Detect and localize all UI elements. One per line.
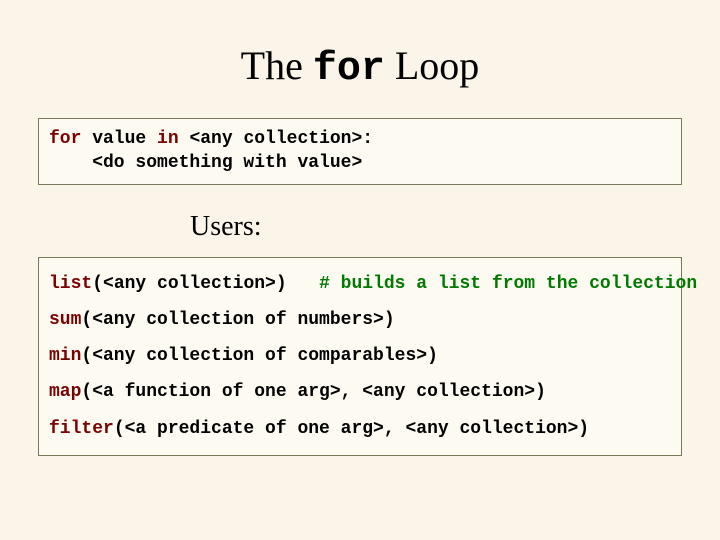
syntax-line-1: for value in <any collection>: [49,127,671,151]
title-post: Loop [385,43,479,88]
list-item: map(<a function of one arg>, <any collec… [49,374,671,410]
list-item: filter(<a predicate of one arg>, <any co… [49,411,671,447]
fn-list-args: (<any collection>) [92,274,319,294]
var-name: value [81,129,157,149]
fn-filter: filter [49,419,114,439]
fn-sum: sum [49,310,81,330]
list-item: min(<any collection of comparables>) [49,338,671,374]
syntax-line-2: <do something with value> [49,151,671,175]
fn-min-args: (<any collection of comparables>) [81,346,437,366]
list-item: sum(<any collection of numbers>) [49,302,671,338]
users-subheading: Users: [0,193,720,249]
fn-filter-args: (<a predicate of one arg>, <any collecti… [114,419,589,439]
fn-map: map [49,382,81,402]
collection-placeholder: <any collection>: [179,129,373,149]
fn-list: list [49,274,92,294]
fn-map-args: (<a function of one arg>, <any collectio… [81,382,545,402]
users-box: list(<any collection>) # builds a list f… [38,257,682,456]
kw-in: in [157,129,179,149]
kw-for: for [49,129,81,149]
page-title: The for Loop [0,0,720,110]
title-keyword: for [313,47,385,92]
fn-sum-args: (<any collection of numbers>) [81,310,394,330]
list-item: list(<any collection>) # builds a list f… [49,266,671,302]
syntax-box: for value in <any collection>: <do somet… [38,118,682,185]
fn-list-comment: # builds a list from the collection [319,274,697,294]
title-pre: The [241,43,313,88]
fn-min: min [49,346,81,366]
